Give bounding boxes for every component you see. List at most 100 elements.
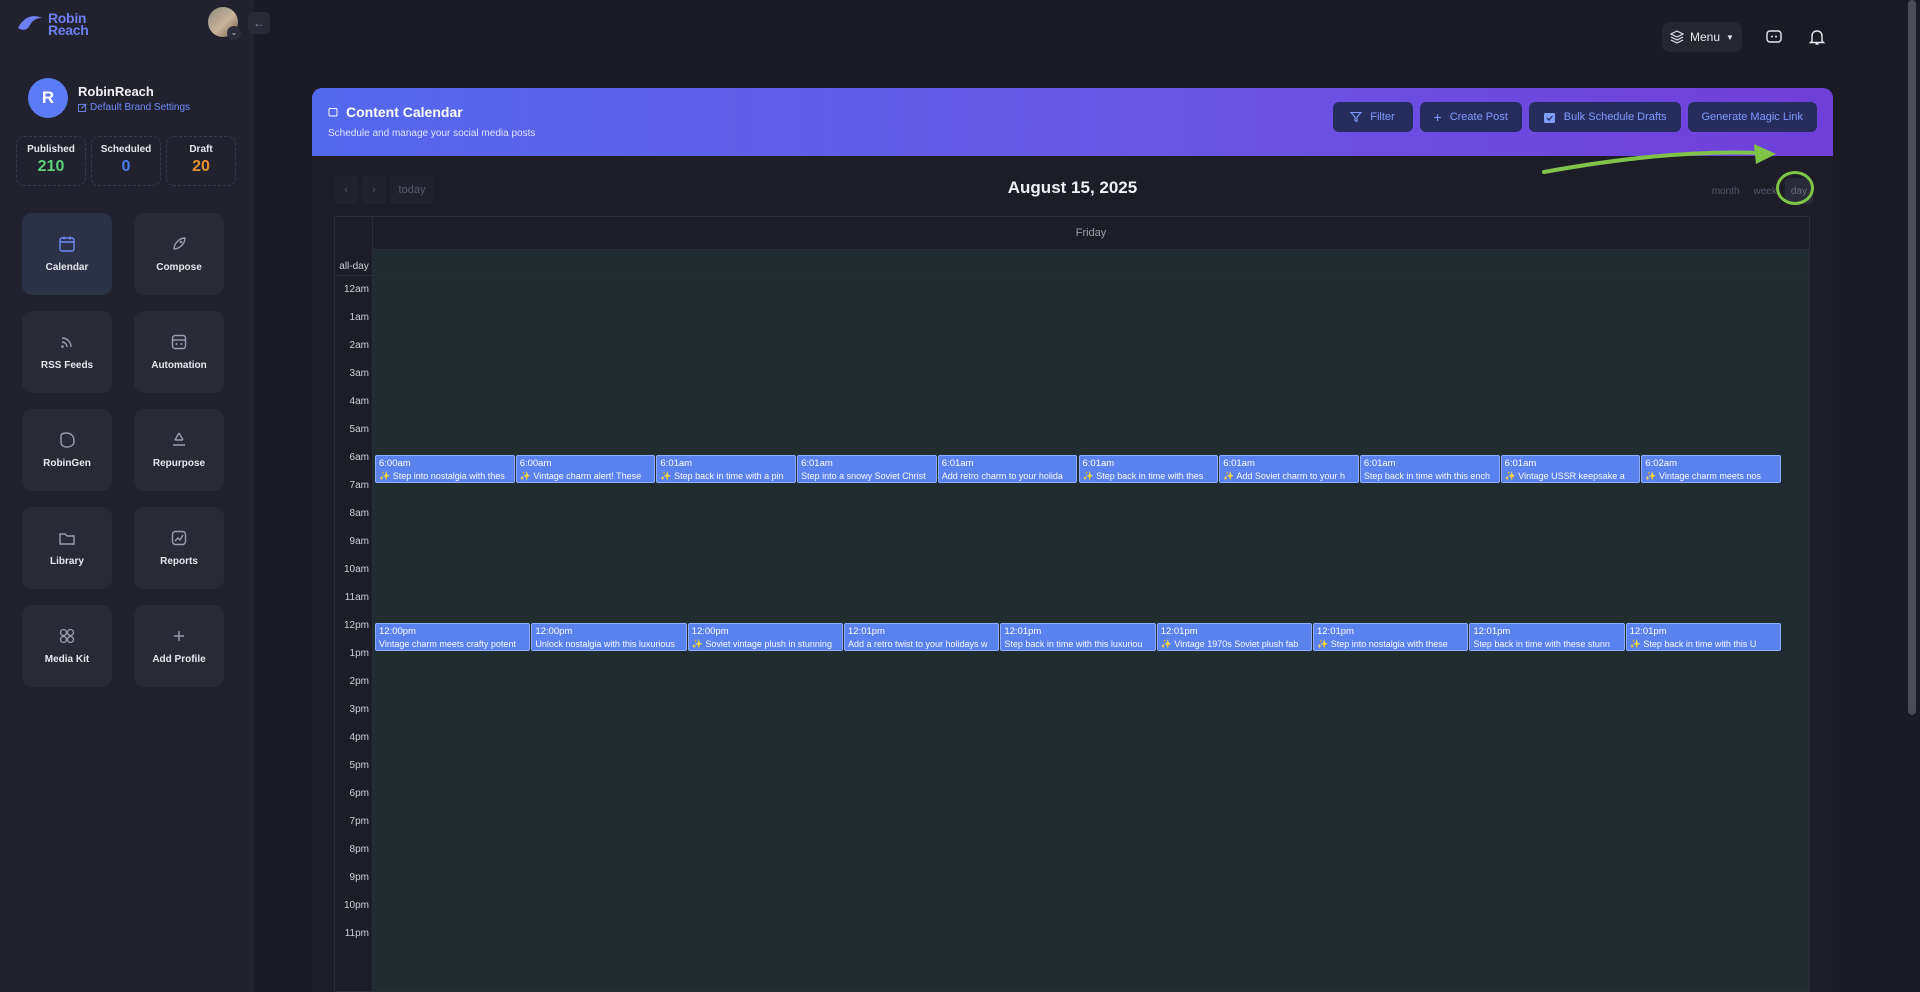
- hour-label: 4am: [349, 396, 369, 407]
- profile-avatar: R: [28, 78, 68, 118]
- magic-link-button[interactable]: Generate Magic Link: [1687, 102, 1817, 132]
- calendar-event[interactable]: 12:00pm ✨ Soviet vintage plush in stunnin…: [687, 623, 843, 651]
- hour-label: 1am: [349, 312, 369, 323]
- event-time: 12:00pm: [691, 626, 729, 637]
- hour-label: 10pm: [343, 900, 369, 911]
- calendar-event[interactable]: 12:01pm Step back in time with this luxur…: [1000, 623, 1156, 651]
- calendar-event[interactable]: 6:01am Step into a snowy Soviet Christ: [797, 455, 937, 483]
- calendar-actions: Filter + Create Post Bulk Schedule Draft…: [1332, 102, 1817, 132]
- stat-scheduled: Scheduled 0: [91, 136, 161, 186]
- event-title: Vintage charm meets crafty potent: [379, 639, 516, 649]
- notifications-button[interactable]: [1805, 25, 1829, 49]
- event-title: ✨ Vintage 1970s Soviet plush fab: [1160, 639, 1299, 649]
- nav-media-kit[interactable]: Media Kit: [22, 605, 112, 687]
- event-title: ✨ Step into nostalgia with these: [1317, 639, 1448, 649]
- event-time: 6:01am: [660, 458, 693, 469]
- nav-compose[interactable]: Compose: [134, 213, 224, 295]
- calendar-event[interactable]: 6:01am Step back in time with this ench: [1359, 455, 1500, 483]
- event-time: 12:01pm: [1317, 626, 1354, 637]
- event-title: ✨ Step back in time with this U: [1629, 639, 1757, 649]
- robingen-icon: [60, 432, 75, 448]
- annotation-arrow: [1542, 144, 1776, 174]
- hour-label: 12am: [343, 284, 369, 295]
- event-time: 6:00am: [379, 458, 411, 469]
- event-time: 6:01am: [1363, 458, 1396, 469]
- chat-bot-button[interactable]: [1762, 25, 1786, 49]
- hour-label: 6pm: [349, 788, 369, 799]
- hour-label: 3pm: [349, 704, 369, 715]
- hour-label: 9pm: [349, 872, 369, 883]
- calendar-event[interactable]: 6:02am ✨ Vintage charm meets nos: [1641, 455, 1781, 483]
- event-title: Step back in time with these stunn: [1473, 639, 1610, 649]
- event-time: 6:01am: [1082, 458, 1115, 469]
- bulk-schedule-button[interactable]: Bulk Schedule Drafts: [1528, 102, 1681, 132]
- page-scrollbar[interactable]: [1908, 0, 1916, 715]
- calendar-event[interactable]: 6:01am ✨ Add Soviet charm to your h: [1219, 455, 1359, 483]
- day-column[interactable]: [373, 250, 1809, 991]
- event-time: 12:01pm: [1629, 626, 1667, 637]
- nav-add-profile[interactable]: Add Profile: [134, 605, 224, 687]
- calendar-event[interactable]: 6:01am ✨ Step back in time with a pin: [656, 455, 797, 483]
- calendar-subtitle: Schedule and manage your social media po…: [328, 128, 536, 139]
- calendar-event[interactable]: 6:00am ✨ Vintage charm alert! These: [515, 455, 656, 483]
- event-time: 12:01pm: [848, 626, 885, 637]
- calendar-event[interactable]: 6:01am Add retro charm to your holida: [937, 455, 1078, 483]
- hour-label: 7am: [349, 480, 369, 491]
- nav-repurpose[interactable]: Repurpose: [134, 409, 224, 491]
- create-post-button[interactable]: + Create Post: [1419, 102, 1522, 132]
- event-time: 12:00pm: [535, 626, 573, 637]
- hour-label: 2am: [349, 340, 369, 351]
- caret-down-icon: ▼: [1726, 32, 1734, 42]
- nav-robingen[interactable]: RobinGen: [22, 409, 112, 491]
- menu-button[interactable]: Menu ▼: [1662, 22, 1742, 52]
- calendar-event[interactable]: 12:01pm ✨ Vintage 1970s Soviet plush fab: [1156, 623, 1312, 651]
- user-avatar[interactable]: ⌄: [208, 7, 241, 40]
- event-title: ✨ Step into nostalgia with thes: [379, 471, 505, 481]
- calendar-event[interactable]: 12:01pm Add a retro twist to your holiday…: [844, 623, 1000, 651]
- filter-button[interactable]: Filter: [1332, 102, 1413, 132]
- event-title: ✨ Vintage charm meets nos: [1645, 471, 1761, 481]
- collapse-sidebar-button[interactable]: ←: [248, 12, 270, 34]
- hour-label: 12pm: [343, 620, 369, 631]
- all-day-row[interactable]: [335, 250, 1809, 276]
- stat-draft: Draft 20: [166, 136, 236, 186]
- rss-icon: [61, 337, 72, 348]
- hour-label: 5pm: [349, 760, 369, 771]
- logo-text: Robin Reach: [48, 10, 89, 38]
- calendar-event[interactable]: 6:01am ✨ Step back in time with thes: [1078, 455, 1219, 483]
- event-title: ✨ Step back in time with thes: [1082, 471, 1204, 481]
- hour-label: 4pm: [349, 732, 369, 743]
- brand-settings-link[interactable]: Default Brand Settings: [78, 102, 190, 113]
- event-title: Step back in time with this luxuriou: [1004, 639, 1143, 649]
- nav-rss-feeds[interactable]: RSS Feeds: [22, 311, 112, 393]
- all-day-label: all-day: [339, 261, 369, 272]
- event-time: 6:01am: [1223, 458, 1255, 469]
- calendar-event[interactable]: 6:01am ✨ Vintage USSR keepsake a: [1500, 455, 1641, 483]
- automation-icon: [171, 334, 187, 350]
- nav-reports[interactable]: Reports: [134, 507, 224, 589]
- calendar-event[interactable]: 12:01pm Step back in time with these stun…: [1469, 623, 1625, 651]
- calendar-event[interactable]: 12:01pm ✨ Step back in time with this U: [1625, 623, 1781, 651]
- calendar-event[interactable]: 12:00pm Vintage charm meets crafty potent: [375, 623, 531, 651]
- nav-library[interactable]: Library: [22, 507, 112, 589]
- calendar-event[interactable]: 12:01pm ✨ Step into nostalgia with these: [1313, 623, 1469, 651]
- calendar-event[interactable]: 12:00pm Unlock nostalgia with this luxuri…: [531, 623, 687, 651]
- event-time: 6:02am: [1645, 458, 1677, 469]
- calendar-small-icon: [328, 108, 338, 117]
- event-title: Step back in time with this ench: [1363, 471, 1490, 481]
- nav-automation[interactable]: Automation: [134, 311, 224, 393]
- app-logo[interactable]: Robin Reach: [16, 10, 89, 38]
- nav-calendar[interactable]: Calendar: [22, 213, 112, 295]
- folder-icon: [59, 533, 75, 545]
- hour-label: 6am: [349, 452, 369, 463]
- day-header: Friday: [373, 217, 1809, 250]
- brand-settings-label: Default Brand Settings: [90, 101, 191, 113]
- post-stats: Published 210 Scheduled 0 Draft 20: [16, 136, 236, 186]
- event-time: 12:01pm: [1004, 626, 1042, 637]
- event-time: 12:01pm: [1473, 626, 1511, 637]
- event-title: Unlock nostalgia with this luxurious: [535, 639, 675, 649]
- event-time: 6:00am: [519, 458, 552, 469]
- event-title: ✨ Vintage USSR keepsake a: [1504, 471, 1625, 481]
- calendar-event[interactable]: 6:00am ✨ Step into nostalgia with thes: [375, 455, 515, 483]
- event-time: 6:01am: [941, 458, 974, 469]
